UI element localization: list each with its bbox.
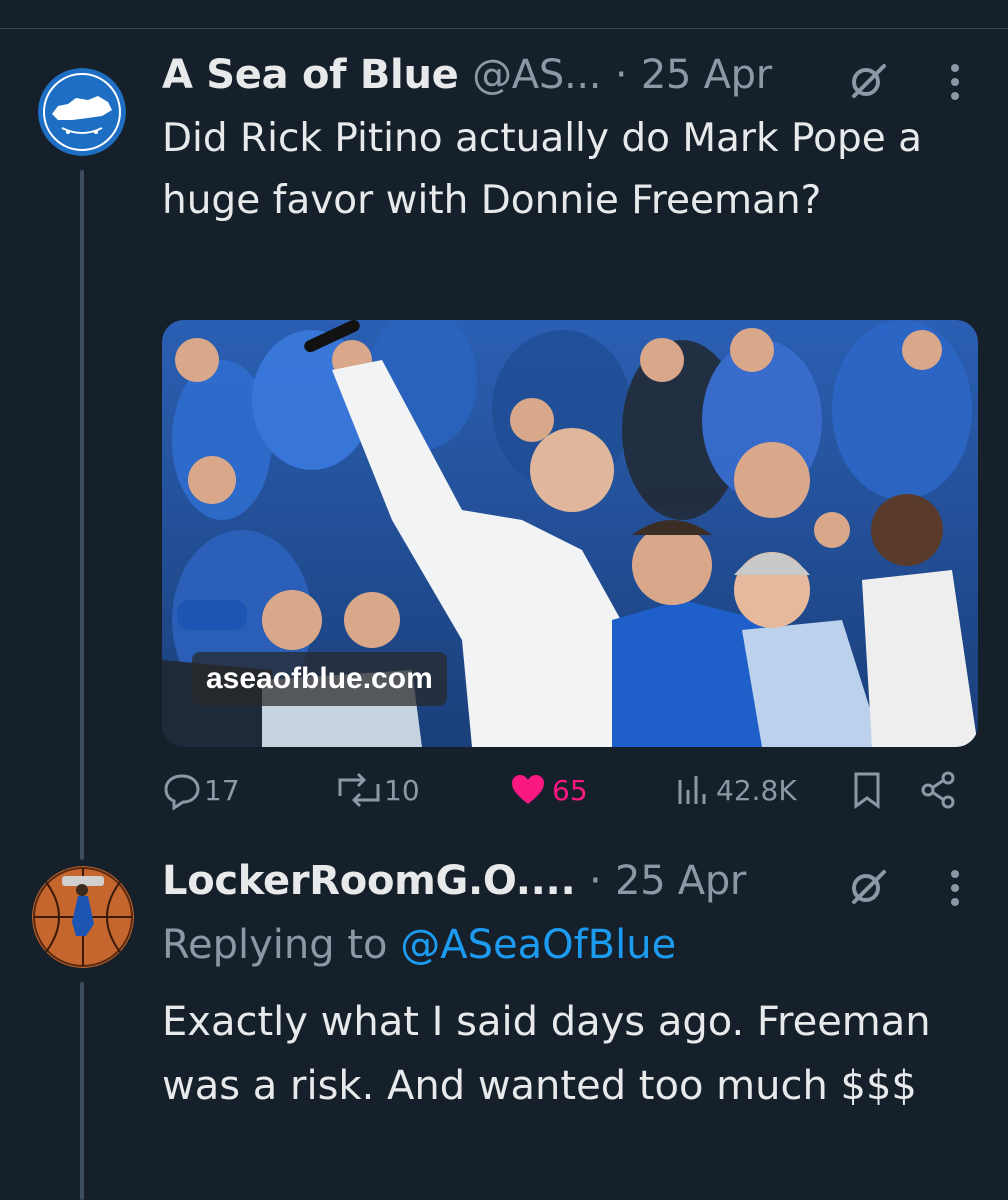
separator: · [614,52,628,98]
views-icon [678,776,706,804]
like-button[interactable]: 65 [508,770,588,810]
replying-handle-link[interactable]: @ASeaOfBlue [400,922,676,968]
media-watermark: aseaofblue.com [192,652,447,706]
tweet-date[interactable]: 25 Apr [615,858,746,904]
reply-icon [164,774,200,810]
share-icon [921,771,955,809]
replying-to: Replying to @ASeaOfBlue [162,922,676,968]
views-button[interactable]: 42.8K [676,770,797,810]
tweet-actions-bar: 17 10 65 42.8K [162,770,962,820]
separator: · [588,858,602,904]
bookmark-button[interactable] [850,770,884,810]
tweet2-text: Exactly what I said days ago. Freeman wa… [162,999,931,1109]
avatar[interactable] [38,68,126,156]
avatar[interactable] [32,866,134,968]
reply-count: 17 [204,773,240,807]
basketball-avatar-icon [32,866,134,968]
repost-button[interactable]: 10 [334,770,420,810]
share-button[interactable] [918,770,958,810]
views-count: 42.8K [716,773,797,807]
repost-icon [338,772,380,808]
display-name[interactable]: LockerRoomG.O.... [162,858,576,904]
reply-button[interactable]: 17 [162,770,240,810]
like-count: 65 [552,773,588,807]
tweet-media-image[interactable]: aseaofblue.com [162,320,978,747]
repost-count: 10 [384,773,420,807]
display-name[interactable]: A Sea of Blue [162,52,459,98]
top-divider [0,28,1008,29]
grok-icon[interactable] [848,866,888,910]
kentucky-logo-avatar-icon [38,68,126,156]
bookmark-icon [854,772,880,809]
grok-icon[interactable] [848,60,888,104]
more-options-icon[interactable] [948,62,962,106]
tweet2-author[interactable]: LockerRoomG.O.... · 25 Apr [162,858,746,904]
tweet-date[interactable]: 25 Apr [641,52,772,98]
tweet1-author[interactable]: A Sea of Blue @AS... · 25 Apr [162,52,772,98]
handle[interactable]: @AS... [472,52,601,98]
replying-prefix: Replying to [162,922,388,968]
more-options-icon[interactable] [948,868,962,912]
thread-line [80,982,84,1200]
heart-icon [512,775,544,804]
thread-line [80,170,84,860]
tweet1-text: Did Rick Pitino actually do Mark Pope a … [162,116,922,223]
